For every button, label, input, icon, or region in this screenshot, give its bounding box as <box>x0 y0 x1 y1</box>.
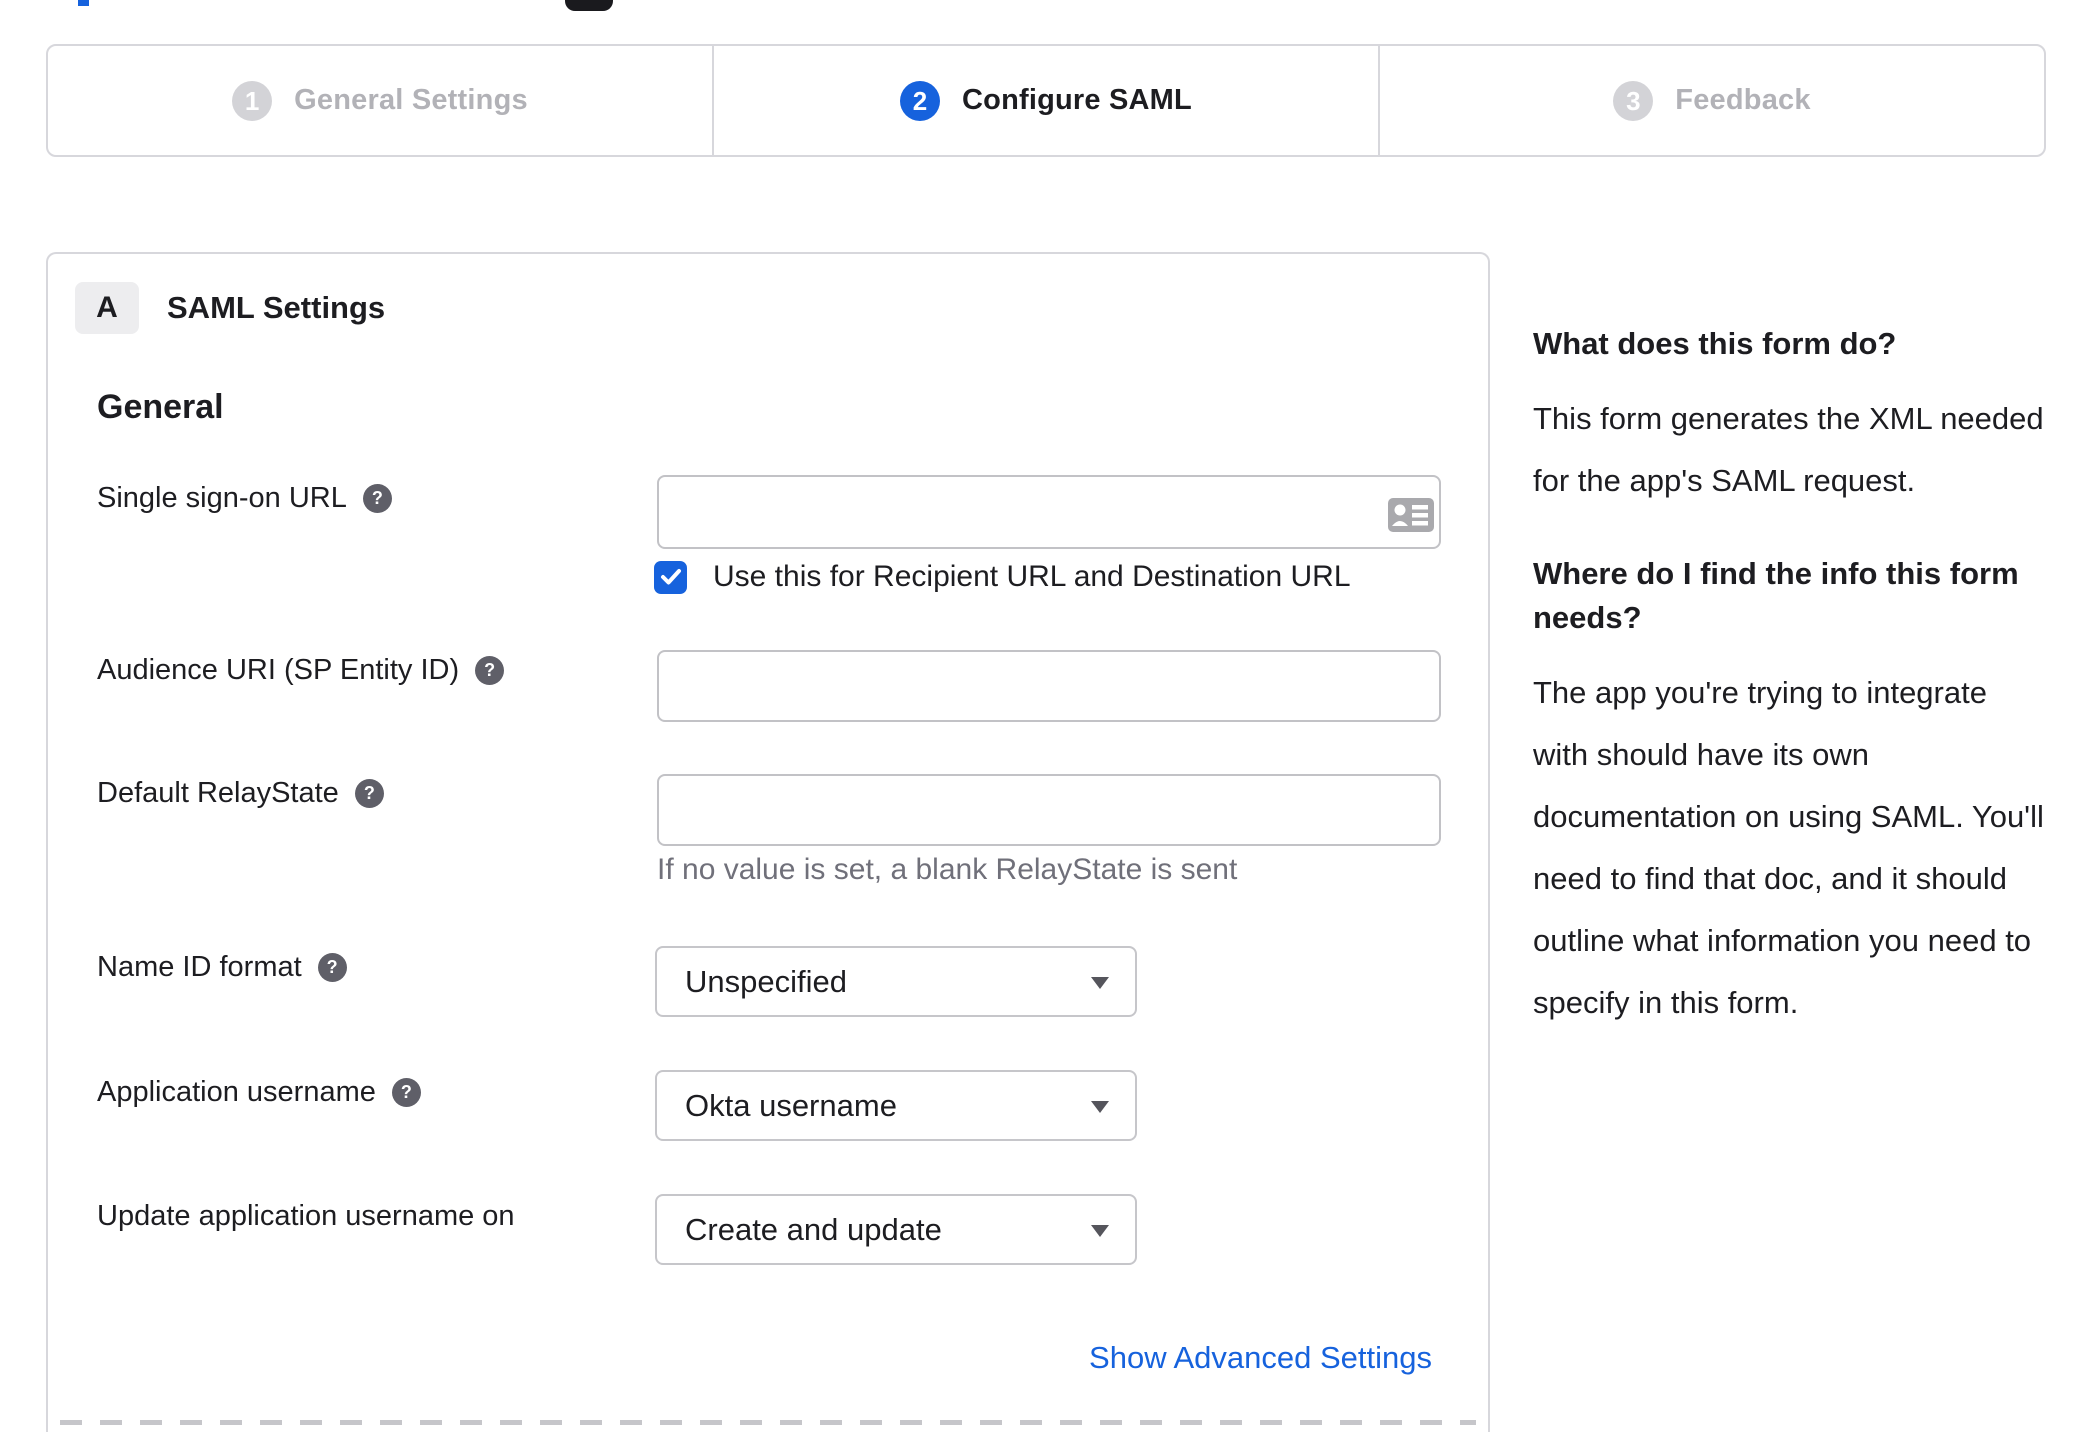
section-dashed-divider <box>60 1420 1476 1425</box>
checkmark-icon <box>660 569 681 585</box>
name-id-format-label-row: Name ID format ? <box>97 951 347 984</box>
application-username-label: Application username <box>97 1076 376 1108</box>
saml-settings-panel: A SAML Settings General Single sign-on U… <box>46 252 1490 1432</box>
chevron-down-icon <box>1091 1224 1109 1237</box>
update-application-username-label: Update application username on <box>97 1200 515 1232</box>
default-relaystate-label: Default RelayState <box>97 777 339 809</box>
sidebar-question-2: Where do I find the info this form needs… <box>1533 556 2019 635</box>
sidebar-answer-2: The app you're trying to integrate with … <box>1533 675 2044 1020</box>
application-username-select[interactable]: Okta username <box>655 1070 1137 1141</box>
sidebar-answer-1: This form generates the XML needed for t… <box>1533 401 2044 498</box>
chevron-down-icon <box>1091 976 1109 989</box>
step-label: Configure SAML <box>962 84 1192 116</box>
step-general-settings[interactable]: 1 General Settings <box>48 46 712 155</box>
audience-uri-input[interactable] <box>657 650 1441 722</box>
audience-uri-label-row: Audience URI (SP Entity ID) ? <box>97 654 505 687</box>
step-number-badge: 1 <box>232 80 273 121</box>
single-sign-on-url-label-row: Single sign-on URL ? <box>97 482 392 515</box>
chevron-down-icon <box>1091 1100 1109 1113</box>
single-sign-on-url-label: Single sign-on URL <box>97 482 347 514</box>
name-id-format-value: Unspecified <box>685 963 847 999</box>
step-number-badge: 2 <box>900 80 941 121</box>
cutoff-blue-accent <box>78 0 89 6</box>
help-icon[interactable]: ? <box>475 656 505 685</box>
help-sidebar: What does this form do? This form genera… <box>1533 322 2049 1074</box>
step-number-badge: 3 <box>1613 80 1654 121</box>
name-id-format-select[interactable]: Unspecified <box>655 946 1137 1017</box>
show-advanced-settings-link[interactable]: Show Advanced Settings <box>1089 1340 1432 1376</box>
step-configure-saml[interactable]: 2 Configure SAML <box>712 46 1378 155</box>
sidebar-question-1: What does this form do? <box>1533 326 1897 361</box>
default-relaystate-input[interactable] <box>657 774 1441 846</box>
recipient-url-checkbox[interactable] <box>654 560 687 594</box>
panel-title: SAML Settings <box>167 290 386 325</box>
application-username-value: Okta username <box>685 1087 897 1123</box>
audience-uri-label: Audience URI (SP Entity ID) <box>97 654 460 686</box>
default-relaystate-label-row: Default RelayState ? <box>97 777 384 810</box>
help-icon[interactable]: ? <box>362 484 392 513</box>
single-sign-on-url-input[interactable] <box>657 475 1441 549</box>
step-label: Feedback <box>1675 84 1811 116</box>
update-application-username-select[interactable]: Create and update <box>655 1194 1137 1265</box>
recipient-url-checkbox-label: Use this for Recipient URL and Destinati… <box>713 560 1351 593</box>
application-username-label-row: Application username ? <box>97 1076 421 1109</box>
name-id-format-label: Name ID format <box>97 951 302 983</box>
help-icon[interactable]: ? <box>317 953 347 982</box>
relaystate-hint: If no value is set, a blank RelayState i… <box>657 853 1238 886</box>
section-a-badge: A <box>75 282 139 334</box>
general-section-heading: General <box>97 388 224 426</box>
update-application-username-value: Create and update <box>685 1211 942 1247</box>
cutoff-logo-fragment <box>565 0 613 11</box>
help-icon[interactable]: ? <box>391 1078 421 1107</box>
wizard-stepper: 1 General Settings 2 Configure SAML 3 Fe… <box>46 44 2046 157</box>
step-feedback[interactable]: 3 Feedback <box>1378 46 2044 155</box>
recipient-url-checkbox-row: Use this for Recipient URL and Destinati… <box>654 560 1351 594</box>
step-label: General Settings <box>294 84 528 116</box>
help-icon[interactable]: ? <box>354 779 384 808</box>
update-application-username-label-row: Update application username on <box>97 1200 515 1233</box>
